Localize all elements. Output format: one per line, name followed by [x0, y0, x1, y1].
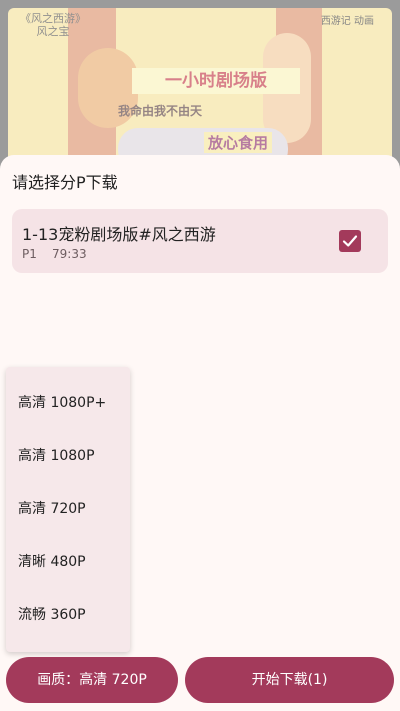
sheet-title: 请选择分P下载: [12, 173, 118, 192]
quality-option-1080p-plus[interactable]: 高清 1080P+: [6, 375, 130, 431]
episode-item[interactable]: 1-13宠粉剧场版#风之西游 P1 79:33: [12, 209, 388, 273]
episode-part-code: P1: [22, 247, 37, 261]
episode-duration: 79:33: [52, 247, 87, 261]
episode-checkbox[interactable]: [339, 230, 361, 252]
start-download-button[interactable]: 开始下载(1): [185, 657, 394, 703]
quality-option-480p[interactable]: 清晰 480P: [6, 534, 130, 590]
quality-option-360p[interactable]: 流畅 360P: [6, 587, 130, 643]
dim-scrim[interactable]: [0, 0, 400, 170]
quality-option-1080p[interactable]: 高清 1080P: [6, 428, 130, 484]
video-player[interactable]: 《风之西游》 风之宝 西游记 动画 一小时剧场版 我命由我不由天 放心食用: [0, 0, 400, 170]
quality-select-button[interactable]: 画质：高清 720P: [6, 657, 178, 703]
quality-dropdown-menu: 高清 1080P+ 高清 1080P 高清 720P 清晰 480P 流畅 36…: [6, 367, 130, 652]
quality-option-720p[interactable]: 高清 720P: [6, 481, 130, 537]
episode-title: 1-13宠粉剧场版#风之西游: [22, 225, 216, 244]
check-icon: [342, 235, 358, 247]
